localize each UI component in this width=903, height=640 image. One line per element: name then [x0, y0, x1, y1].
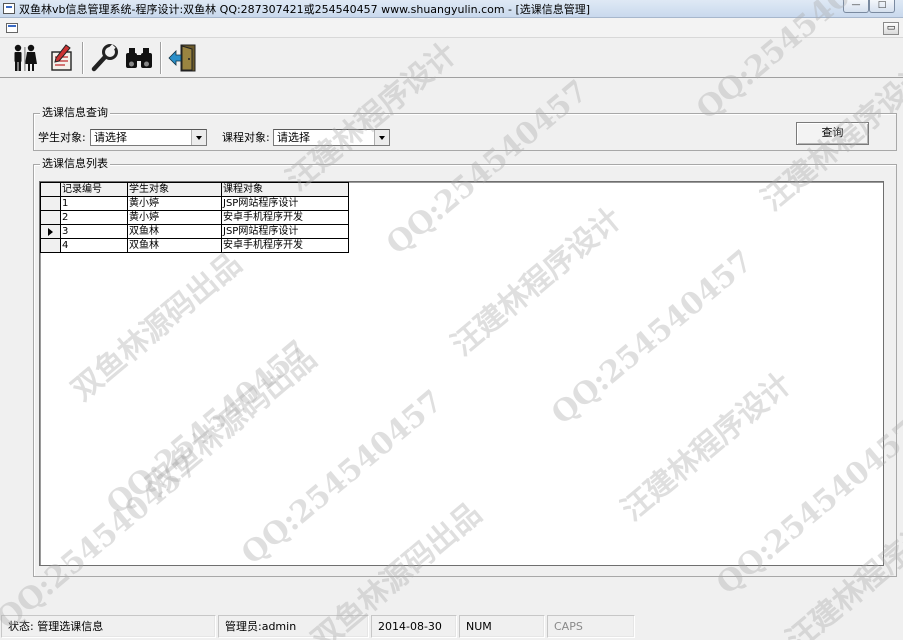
row-selector[interactable]: [40, 238, 61, 253]
child-window-icon[interactable]: [6, 23, 18, 33]
course-select[interactable]: 请选择: [273, 129, 390, 146]
status-caps: CAPS: [547, 615, 635, 638]
cell-course[interactable]: 安卓手机程序开发: [221, 210, 349, 225]
window-title: 双鱼林vb信息管理系统-程序设计:双鱼林 QQ:287307421或254540…: [19, 3, 591, 16]
status-bar: 状态: 管理选课信息 管理员:admin 2014-08-30 NUM CAPS: [0, 613, 903, 640]
mdi-menu-bar: ▭: [0, 18, 903, 38]
status-user: 管理员:admin: [218, 615, 369, 638]
table-row[interactable]: 4 双鱼林 安卓手机程序开发: [40, 238, 349, 253]
cell-student[interactable]: 黄小婷: [127, 210, 222, 225]
grid-corner[interactable]: [40, 182, 61, 197]
course-select-value: 请选择: [277, 131, 310, 144]
cell-id[interactable]: 1: [60, 196, 128, 211]
cell-student[interactable]: 双鱼林: [127, 238, 222, 253]
cell-course[interactable]: 安卓手机程序开发: [221, 238, 349, 253]
edit-document-icon[interactable]: [44, 42, 78, 74]
cell-student[interactable]: 双鱼林: [127, 224, 222, 239]
maximize-button[interactable]: □: [869, 0, 895, 13]
binoculars-icon[interactable]: [122, 42, 156, 74]
row-selector[interactable]: [40, 196, 61, 211]
row-selector[interactable]: [40, 224, 61, 239]
exit-door-icon[interactable]: [166, 42, 200, 74]
grid-table: 记录编号 学生对象 课程对象 1 黄小婷 JSP网站程序设计 2 黄小婷 安卓手…: [40, 182, 349, 253]
chevron-down-icon[interactable]: [374, 130, 389, 145]
student-select-value: 请选择: [94, 131, 127, 144]
table-row[interactable]: 3 双鱼林 JSP网站程序设计: [40, 224, 349, 239]
chevron-down-icon[interactable]: [191, 130, 206, 145]
query-legend: 选课信息查询: [40, 106, 110, 120]
child-restore-button[interactable]: ▭: [883, 22, 899, 35]
users-icon[interactable]: [8, 42, 42, 74]
course-label: 课程对象:: [222, 131, 270, 144]
status-num: NUM: [459, 615, 545, 638]
wrench-icon[interactable]: [88, 42, 122, 74]
app-icon[interactable]: [3, 3, 15, 14]
toolbar-separator: [160, 42, 162, 74]
toolbar-separator: [82, 42, 84, 74]
cell-id[interactable]: 2: [60, 210, 128, 225]
minimize-button[interactable]: —: [843, 0, 869, 13]
cell-course[interactable]: JSP网站程序设计: [221, 224, 349, 239]
row-selector[interactable]: [40, 210, 61, 225]
query-button[interactable]: 查询: [796, 122, 869, 145]
status-state: 状态: 管理选课信息: [1, 615, 216, 638]
cell-student[interactable]: 黄小婷: [127, 196, 222, 211]
title-bar[interactable]: 双鱼林vb信息管理系统-程序设计:双鱼林 QQ:287307421或254540…: [0, 0, 903, 18]
column-header[interactable]: 学生对象: [127, 182, 222, 197]
row-pointer-icon: [48, 228, 53, 236]
data-grid[interactable]: 记录编号 学生对象 课程对象 1 黄小婷 JSP网站程序设计 2 黄小婷 安卓手…: [39, 181, 884, 566]
cell-course[interactable]: JSP网站程序设计: [221, 196, 349, 211]
student-select[interactable]: 请选择: [90, 129, 207, 146]
status-date: 2014-08-30: [371, 615, 457, 638]
student-label: 学生对象:: [38, 131, 86, 144]
table-row[interactable]: 2 黄小婷 安卓手机程序开发: [40, 210, 349, 225]
table-row[interactable]: 1 黄小婷 JSP网站程序设计: [40, 196, 349, 211]
list-legend: 选课信息列表: [40, 157, 110, 171]
column-header[interactable]: 课程对象: [221, 182, 349, 197]
column-header[interactable]: 记录编号: [60, 182, 128, 197]
cell-id[interactable]: 3: [60, 224, 128, 239]
cell-id[interactable]: 4: [60, 238, 128, 253]
toolbar: [0, 38, 903, 78]
